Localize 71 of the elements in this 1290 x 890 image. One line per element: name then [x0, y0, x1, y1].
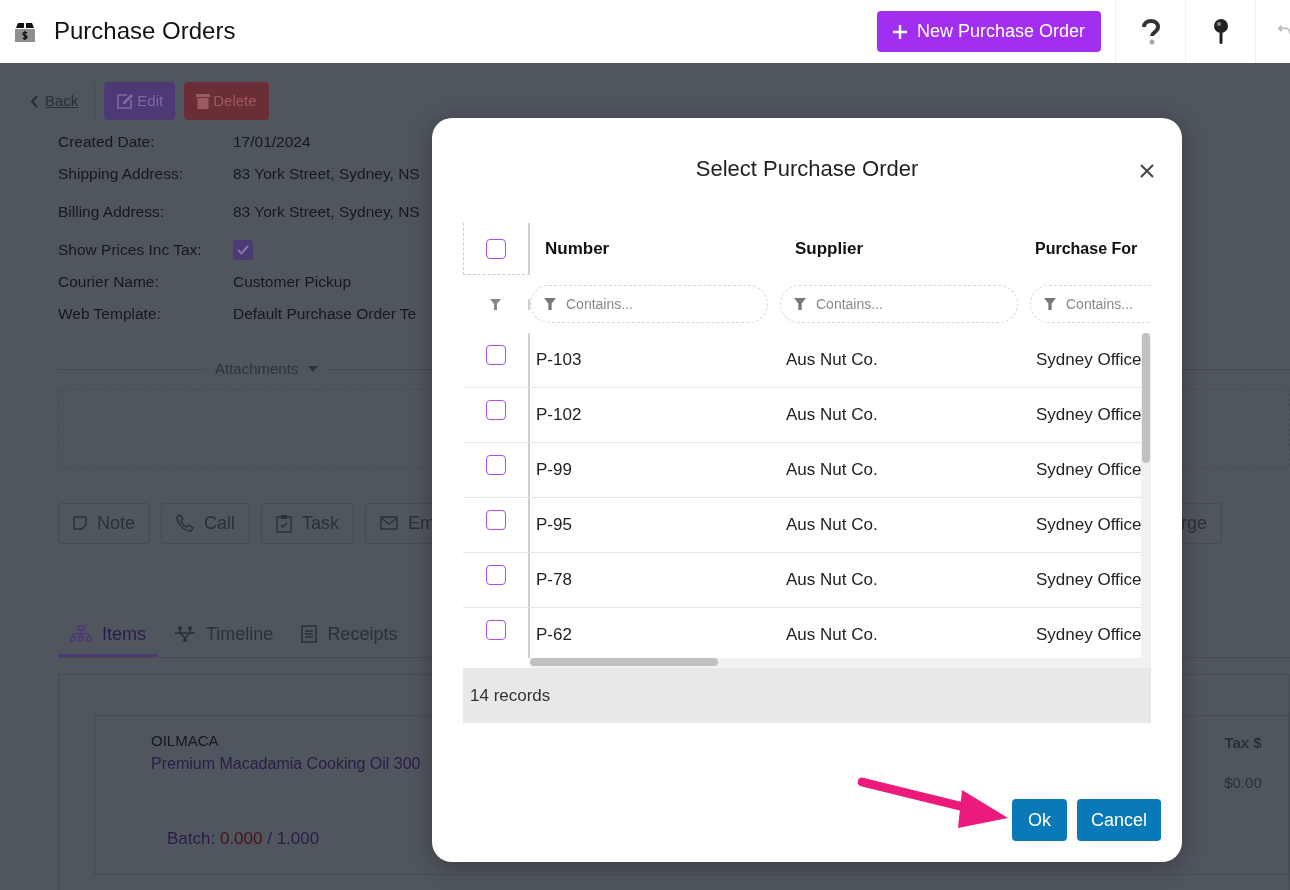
column-header[interactable]: Number — [530, 223, 780, 275]
batch-quantity: Batch: 0.000 / 1.000 — [167, 828, 321, 850]
chevron-left-icon — [30, 94, 39, 108]
timeline-icon — [174, 625, 196, 643]
row-checkbox[interactable] — [485, 400, 506, 420]
cash-box-icon — [14, 20, 36, 43]
table-cell-text: Aus Nut Co. — [785, 514, 879, 537]
filter-field[interactable]: Contains... — [1030, 285, 1151, 323]
modal-title: Select Purchase Order — [694, 155, 920, 183]
field-value: Default Purchase Order Te — [233, 304, 417, 325]
field-label: Show Prices Inc Tax: — [58, 240, 203, 261]
table-cell-text: P-102 — [535, 404, 583, 427]
table-cell-text: Sydney Office — [1035, 349, 1143, 372]
help-icon[interactable] — [1140, 18, 1161, 45]
note-icon — [73, 516, 87, 530]
table-cell-text: P-95 — [535, 514, 573, 537]
filter-icon — [1044, 298, 1056, 310]
table-cell-text: P-103 — [535, 349, 583, 372]
field-label: Created Date: — [58, 132, 156, 153]
item-code: OILMACA — [151, 730, 220, 751]
new-purchase-order-button[interactable]: New Purchase Order — [876, 11, 1101, 52]
filter-icon — [490, 298, 501, 310]
checkbox[interactable] — [233, 240, 253, 260]
phone-icon — [176, 514, 195, 532]
checkmark-icon — [237, 245, 249, 255]
tab[interactable]: Items — [58, 620, 158, 657]
filter-icon — [544, 298, 556, 310]
table-cell-text: P-78 — [535, 569, 573, 592]
trash-icon — [196, 93, 211, 109]
field-label: Shipping Address: — [58, 164, 184, 185]
row-checkbox[interactable] — [485, 455, 506, 475]
row-checkbox[interactable] — [485, 620, 506, 640]
table-cell-text: Sydney Office — [1035, 514, 1143, 537]
ok-button[interactable]: Ok — [1012, 799, 1067, 841]
table-cell-text: Sydney Office — [1035, 569, 1143, 592]
clipboard-icon — [276, 513, 293, 533]
receipt-icon — [301, 625, 318, 643]
field-label: Courier Name: — [58, 272, 160, 293]
pin-icon[interactable] — [1212, 17, 1229, 46]
table-cell-text: Sydney Office — [1035, 404, 1143, 427]
row-checkbox[interactable] — [485, 510, 506, 530]
select-all-checkbox[interactable] — [486, 238, 506, 259]
field-value: 17/01/2024 — [233, 132, 311, 153]
table-cell-text: Aus Nut Co. — [785, 569, 879, 592]
column-header[interactable]: Supplier — [780, 223, 1030, 275]
filter-icon — [794, 298, 806, 310]
row-checkbox[interactable] — [485, 345, 506, 365]
cancel-button[interactable]: Cancel — [1077, 799, 1161, 841]
table-cell-text: Aus Nut Co. — [785, 459, 879, 482]
table-cell-text: Aus Nut Co. — [785, 624, 879, 647]
edit-icon — [116, 93, 135, 109]
page-title: Purchase Orders — [54, 17, 236, 46]
table-cell-text: Aus Nut Co. — [785, 349, 879, 372]
record-count: 14 records — [463, 668, 1151, 723]
caret-icon — [308, 366, 319, 373]
hierarchy-icon — [70, 625, 92, 643]
field-value: 83 York Street, Sydney, NS — [233, 164, 420, 185]
plus-icon — [892, 24, 907, 39]
horizontal-scrollbar[interactable] — [530, 658, 1151, 668]
field-label: Web Template: — [58, 304, 162, 325]
table-cell-text: P-62 — [535, 624, 573, 647]
envelope-icon — [380, 516, 399, 530]
table-cell-text: P-99 — [535, 459, 573, 482]
row-checkbox[interactable] — [485, 565, 506, 585]
column-header[interactable]: Purchase For — [1030, 223, 1151, 275]
field-label: Billing Address: — [58, 202, 165, 223]
field-value: 83 York Street, Sydney, NS — [233, 202, 420, 223]
table-cell-text: Aus Nut Co. — [785, 404, 879, 427]
table-cell-text: Sydney Office — [1035, 459, 1143, 482]
table-cell-text: Sydney Office — [1035, 624, 1143, 647]
field-value: Customer Pickup — [233, 272, 351, 293]
